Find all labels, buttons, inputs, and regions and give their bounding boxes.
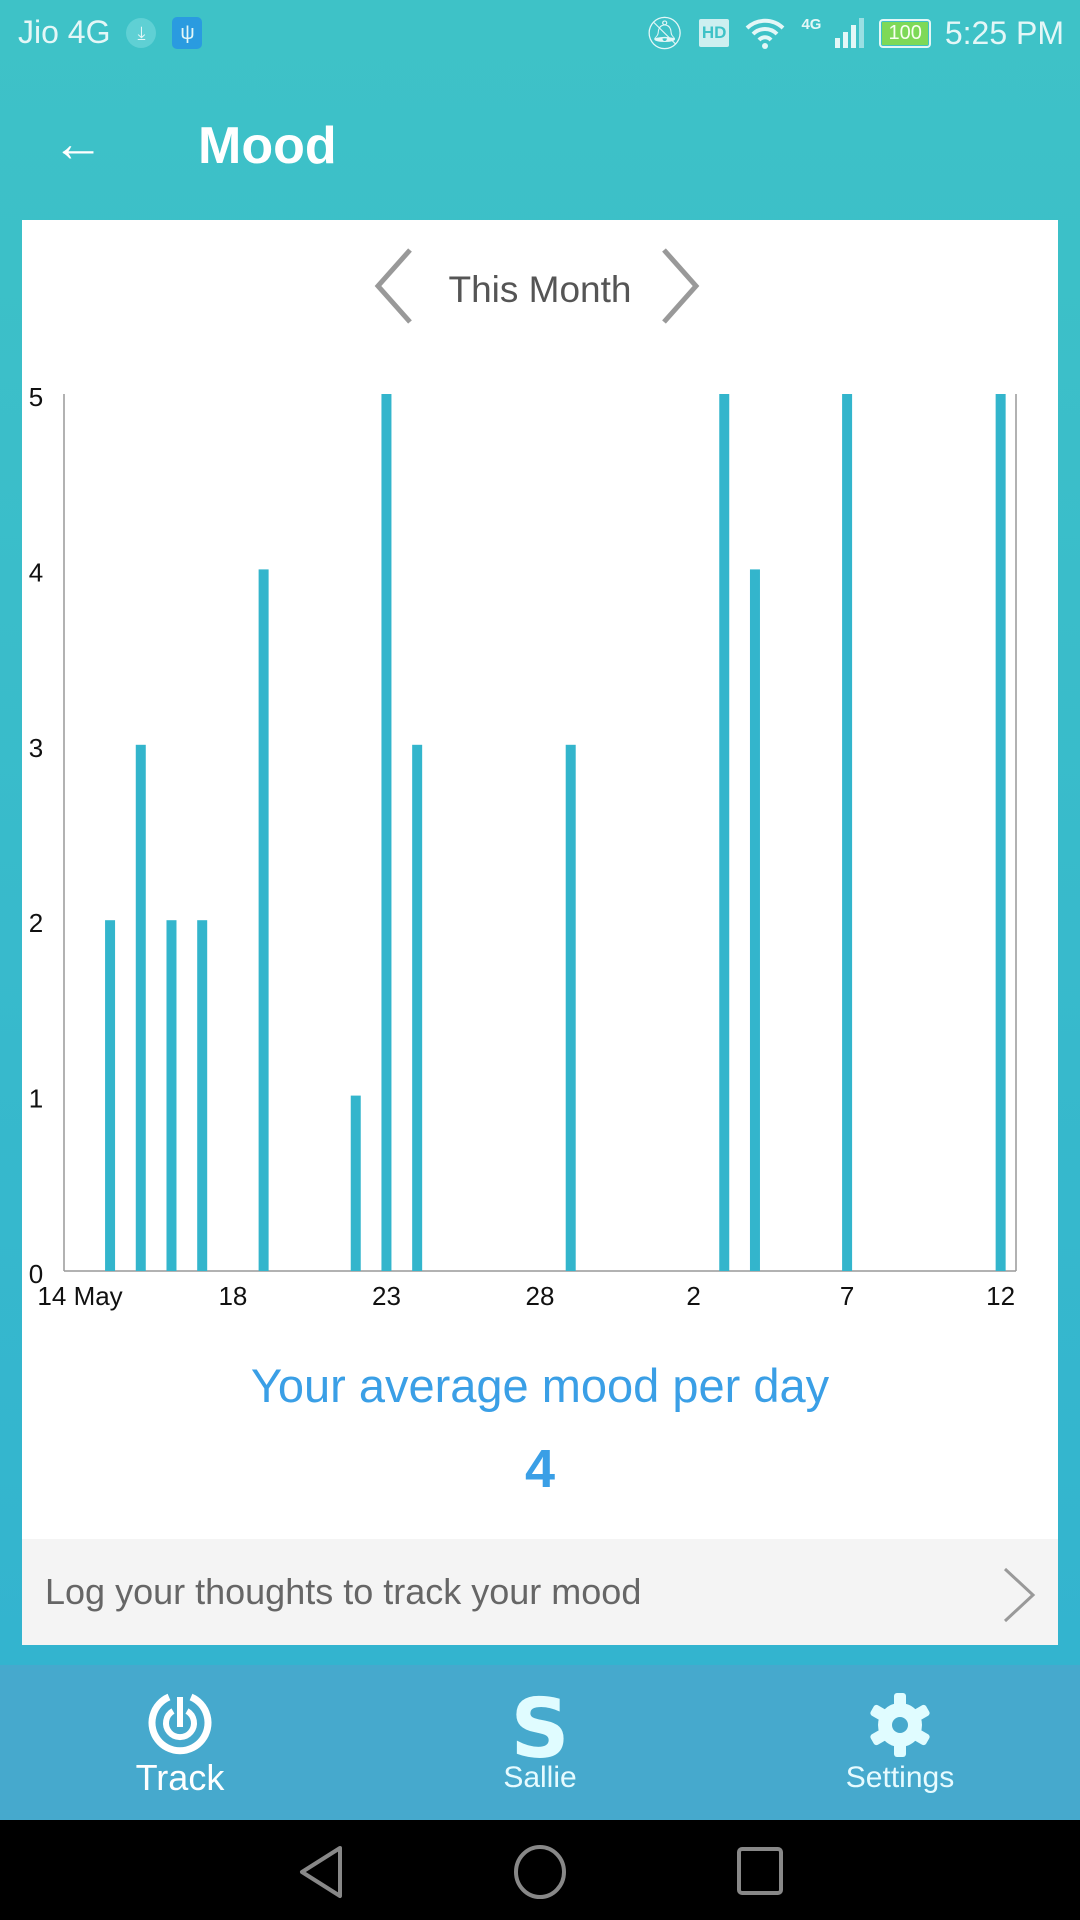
x-tick-label: 23 [372,1281,401,1311]
mood-bar [842,394,853,1271]
status-bar: Jio 4G ⤓ ψ 🔕︎ HD 4G 100 5:25 PM [0,0,1080,70]
page-title: Mood [198,117,337,175]
arrow-left-icon[interactable]: ← [52,118,104,170]
x-tick-label: 28 [526,1281,555,1311]
usb-icon: ψ [172,16,203,49]
recents-square-icon[interactable] [736,1846,784,1896]
tab-track[interactable]: Track [80,1665,280,1820]
clock: 5:25 PM [944,14,1064,51]
tab-label: Settings [845,1761,955,1794]
mood-bar [258,569,269,1271]
log-thoughts-row[interactable]: Log your thoughts to track your mood [22,1539,1058,1645]
x-tick-label: 14 May [37,1281,122,1311]
average-mood-label: Your average mood per day [250,1359,830,1412]
y-tick-label: 1 [29,1084,43,1114]
chevron-right-icon [1003,1567,1036,1623]
x-tick-label: 2 [686,1281,700,1311]
x-tick-label: 12 [986,1281,1015,1311]
hd-icon: HD [698,19,730,47]
y-tick-label: 5 [29,382,43,412]
mood-bar [719,394,730,1271]
mood-bar [381,394,392,1271]
home-circle-icon[interactable] [513,1844,567,1900]
mood-bar [197,920,208,1271]
gear-icon [870,1693,930,1757]
mute-icon: 🔕︎ [644,15,685,51]
signal-icon [835,18,865,48]
wifi-icon [746,18,785,49]
y-tick-label: 4 [29,557,43,587]
back-triangle-icon[interactable] [296,1844,346,1900]
mood-bar [166,920,177,1271]
carrier: Jio 4G [18,14,111,50]
x-tick-label: 18 [218,1281,247,1311]
mood-card: This Month 0 1 2 3 4 5 14 May 18 23 28 2 7 12 Your a… [22,220,1058,1645]
app-bar: ← Mood [0,70,1080,220]
svg-text:S: S [510,1689,569,1763]
battery-icon: 100 [879,18,931,48]
download-icon: ⤓ [126,17,157,48]
bottom-nav: Track S Sallie Settings [0,1665,1080,1820]
network-type: 4G [801,15,822,33]
tab-label: Sallie [503,1761,577,1794]
tab-settings[interactable]: Settings [800,1665,1000,1820]
tab-label: Track [135,1757,225,1798]
mood-bar [412,744,423,1271]
x-tick-label: 7 [840,1281,854,1311]
sallie-icon: S [510,1689,569,1763]
mood-bar [135,744,146,1271]
y-tick-label: 2 [29,908,43,938]
mood-bar [565,744,576,1271]
log-thoughts-label: Log your thoughts to track your mood [45,1571,642,1612]
mood-bar [350,1095,361,1271]
average-mood-value: 4 [524,1439,556,1499]
mood-bar [995,394,1006,1271]
mood-bar [749,569,760,1271]
track-icon [148,1693,212,1755]
y-tick-label: 3 [29,733,43,763]
system-nav-bar [0,1820,1080,1920]
mood-bar [105,920,116,1271]
tab-sallie[interactable]: S Sallie [440,1665,640,1820]
